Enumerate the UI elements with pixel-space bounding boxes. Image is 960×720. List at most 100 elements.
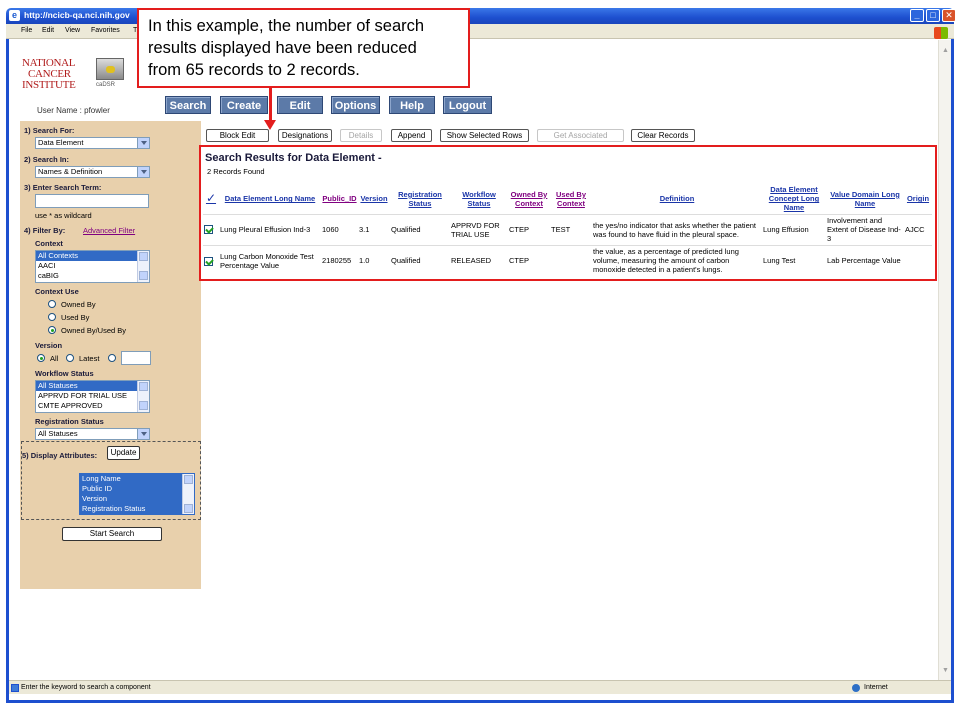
column-header[interactable]: Registration Status — [390, 184, 450, 214]
results-table: ✓ Data Element Long Name Public_ID Versi… — [203, 184, 932, 276]
cadsr-logo: caDSR — [90, 56, 130, 92]
callout-arrow-icon — [264, 120, 276, 130]
chevron-down-icon — [137, 429, 149, 439]
update-button[interactable]: Update — [107, 446, 140, 460]
internet-zone-icon — [852, 684, 860, 692]
callout-line: from 65 records to 2 records. — [148, 61, 360, 79]
menu-file[interactable]: File — [21, 27, 32, 34]
vertical-scrollbar[interactable]: ▲ ▼ — [938, 40, 951, 680]
owned-by-radio[interactable] — [48, 300, 56, 308]
append-button[interactable]: Append — [391, 129, 432, 142]
context-use-label: Context Use — [35, 287, 79, 296]
get-associated-button[interactable]: Get Associated — [537, 129, 624, 142]
attribute-option[interactable]: Registration Status — [80, 504, 194, 514]
context-label: Context — [35, 239, 63, 248]
column-header[interactable]: Owned By Context — [508, 184, 550, 214]
cadsr-cube-icon — [96, 58, 124, 80]
window-title: http://ncicb-qa.nci.nih.gov — [24, 10, 130, 20]
results-title: Search Results for Data Element - — [205, 152, 382, 164]
block-edit-button[interactable]: Block Edit — [206, 129, 269, 142]
column-header[interactable]: Used By Context — [550, 184, 592, 214]
column-header[interactable]: Version — [358, 184, 390, 214]
display-attributes-label: 5) Display Attributes: — [22, 451, 98, 460]
cell-used-by: TEST — [550, 213, 592, 245]
cadsr-label: caDSR — [96, 82, 116, 88]
menu-favorites[interactable]: Favorites — [91, 27, 120, 34]
attribute-option[interactable]: Version — [80, 494, 194, 504]
used-by-radio[interactable] — [48, 313, 56, 321]
status-message: Enter the keyword to search a component — [21, 684, 151, 691]
workflow-option[interactable]: All Statuses — [36, 381, 149, 391]
version-latest-radio[interactable] — [66, 354, 74, 362]
menu-view[interactable]: View — [65, 27, 80, 34]
table-row: Lung Pleural Effusion Ind-3 1060 3.1 Qua… — [203, 213, 932, 245]
workflow-status-label: Workflow Status — [35, 369, 94, 378]
attribute-option[interactable]: Public ID — [80, 484, 194, 494]
search-term-input[interactable] — [35, 194, 149, 208]
context-option[interactable]: All Contexts — [36, 251, 149, 261]
workflow-status-listbox[interactable]: All Statuses APPRVD FOR TRIAL USE CMTE A… — [35, 380, 150, 413]
row-checkbox[interactable] — [203, 244, 219, 276]
attribute-option[interactable]: Long Name — [80, 474, 194, 484]
menu-edit[interactable]: Edit — [42, 27, 54, 34]
checkbox-checked-icon[interactable] — [204, 225, 213, 235]
search-for-select[interactable]: Data Element — [35, 137, 150, 149]
search-in-label: 2) Search In: — [24, 155, 70, 164]
cell-public-id: 1060 — [321, 213, 358, 245]
column-header[interactable]: Workflow Status — [450, 184, 508, 214]
cell-version: 1.0 — [358, 244, 390, 276]
column-header[interactable]: Public_ID — [321, 184, 358, 214]
search-in-value: Names & Definition — [38, 167, 103, 176]
details-button[interactable]: Details — [340, 129, 382, 142]
context-option[interactable]: caBIG — [36, 271, 149, 281]
advanced-filter-link[interactable]: Advanced Filter — [83, 226, 135, 235]
cell-origin — [904, 244, 932, 276]
filter-by-label: 4) Filter By: — [24, 226, 66, 235]
clear-records-button[interactable]: Clear Records — [631, 129, 695, 142]
listbox-scrollbar[interactable] — [137, 251, 149, 282]
start-search-button[interactable]: Start Search — [62, 527, 162, 541]
column-header[interactable]: Definition — [592, 184, 762, 214]
show-selected-rows-button[interactable]: Show Selected Rows — [440, 129, 529, 142]
nav-create-button[interactable]: Create — [220, 96, 268, 114]
nav-options-button[interactable]: Options — [331, 96, 380, 114]
column-header[interactable]: Origin — [904, 184, 932, 214]
workflow-option[interactable]: APPRVD FOR TRIAL USE — [36, 391, 149, 401]
scroll-down-icon[interactable]: ▼ — [941, 666, 950, 675]
version-input[interactable] — [121, 351, 151, 365]
nav-logout-button[interactable]: Logout — [443, 96, 492, 114]
context-listbox[interactable]: All Contexts AACI caBIG — [35, 250, 150, 283]
listbox-scrollbar[interactable] — [137, 381, 149, 412]
version-specific-radio[interactable] — [108, 354, 116, 362]
nav-edit-button[interactable]: Edit — [277, 96, 323, 114]
scroll-up-icon[interactable]: ▲ — [941, 46, 950, 55]
column-header[interactable]: Data Element Concept Long Name — [762, 184, 826, 214]
column-header[interactable]: Value Domain Long Name — [826, 184, 904, 214]
display-attributes-listbox[interactable]: Long Name Public ID Version Registration… — [79, 473, 195, 515]
minimize-button[interactable]: _ — [910, 9, 924, 22]
owned-used-by-radio[interactable] — [48, 326, 56, 334]
nav-search-button[interactable]: Search — [165, 96, 211, 114]
wildcard-hint: use * as wildcard — [35, 211, 92, 220]
column-header[interactable]: Data Element Long Name — [219, 184, 321, 214]
maximize-button[interactable]: □ — [926, 9, 940, 22]
listbox-scrollbar[interactable] — [182, 474, 194, 514]
registration-status-select[interactable]: All Statuses — [35, 428, 150, 440]
designations-button[interactable]: Designations — [278, 129, 332, 142]
context-option[interactable]: AACI — [36, 261, 149, 271]
checkbox-checked-icon[interactable] — [204, 256, 213, 266]
select-all-check-icon[interactable]: ✓ — [203, 184, 219, 214]
logo-line-3: INSTITUTE — [22, 79, 76, 91]
close-button[interactable]: ✕ — [942, 9, 956, 22]
user-name: User Name : pfowler — [37, 106, 110, 115]
cell-dec-name: Lung Effusion — [762, 213, 826, 245]
workflow-option[interactable]: CMTE APPROVED — [36, 401, 149, 411]
cell-definition: the value, as a percentage of predicted … — [592, 244, 762, 276]
status-bar: Enter the keyword to search a component … — [9, 680, 951, 694]
chevron-down-icon — [137, 138, 149, 148]
search-in-select[interactable]: Names & Definition — [35, 166, 150, 178]
row-checkbox[interactable] — [203, 213, 219, 245]
version-latest-label: Latest — [79, 354, 100, 363]
nav-help-button[interactable]: Help — [389, 96, 435, 114]
version-all-radio[interactable] — [37, 354, 45, 362]
